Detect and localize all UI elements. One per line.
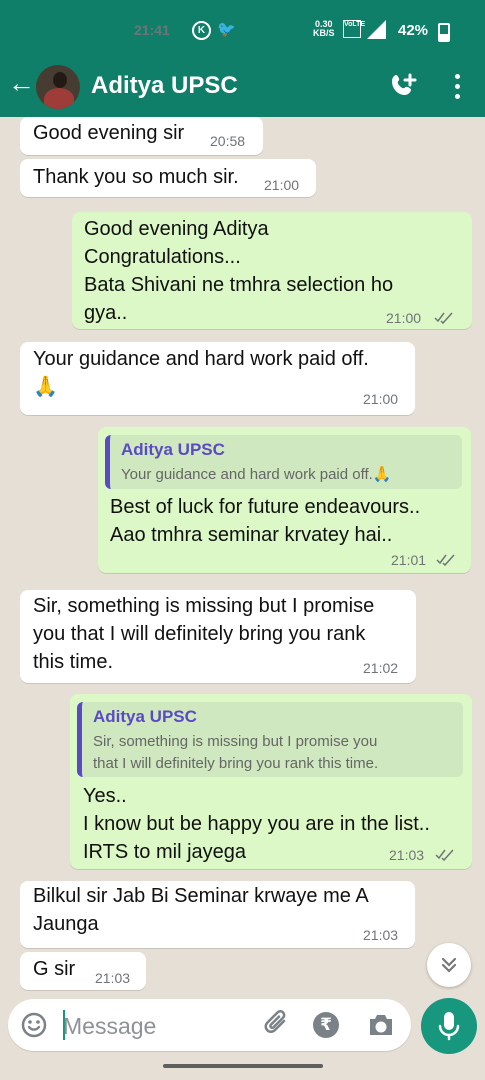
message-text: Good evening sir (33, 122, 185, 144)
message-time: 21:03 (363, 927, 399, 943)
message-time: 21:00 (363, 391, 399, 407)
message-list[interactable]: Good evening sir 20:58 Thank you so much… (0, 117, 485, 994)
emoji-icon[interactable] (21, 1012, 47, 1038)
message-text: Thank you so much sir. (33, 166, 239, 188)
battery-icon (438, 23, 450, 42)
quoted-text: Your guidance and hard work paid off.🙏 (121, 466, 392, 483)
message-text: G sir (33, 958, 76, 980)
message-text: Yes.. I know but be happy you are in the… (83, 785, 430, 863)
message-bubble[interactable]: Your guidance and hard work paid off. 🙏 … (20, 342, 415, 415)
microphone-icon (438, 1012, 460, 1041)
message-text: Sir, something is missing but I promise … (33, 595, 375, 673)
message-text: Good evening Aditya Congratulations... B… (84, 218, 394, 324)
camera-icon[interactable] (366, 1012, 396, 1038)
message-time: 21:03 (389, 847, 425, 863)
message-text: Bilkul sir Jab Bi Seminar krwaye me A Ja… (33, 885, 369, 935)
message-bubble[interactable]: Bilkul sir Jab Bi Seminar krwaye me A Ja… (20, 881, 415, 948)
contact-name[interactable]: Aditya UPSC (91, 72, 238, 100)
quoted-message[interactable]: Aditya UPSC Your guidance and hard work … (105, 435, 462, 489)
status-time: 21:41 (134, 22, 170, 38)
quoted-sender: Aditya UPSC (121, 440, 225, 459)
avatar[interactable] (36, 65, 80, 109)
message-text: Your guidance and hard work paid off. 🙏 (33, 348, 369, 398)
network-speed: 0.30 KB/S (313, 19, 335, 38)
twitter-icon: 🐦 (217, 21, 236, 38)
quoted-text: Sir, something is missing but I promise … (93, 733, 379, 772)
more-options-icon[interactable] (449, 72, 465, 102)
message-time: 21:03 (95, 970, 131, 986)
network-label: 5G (369, 19, 380, 28)
message-composer[interactable]: ₹ (8, 999, 411, 1051)
message-bubble[interactable]: Good evening Aditya Congratulations... B… (72, 212, 472, 329)
chat-header: 21:41 K 🐦 0.30 KB/S VoLTE 5G 42% ← Adity… (0, 0, 485, 117)
battery-percentage: 42% (398, 22, 429, 39)
gesture-navigation-bar[interactable] (163, 1064, 323, 1068)
k-app-icon: K (192, 21, 211, 40)
message-time: 21:00 (386, 310, 422, 326)
back-arrow-icon[interactable]: ← (8, 68, 38, 98)
status-bar: 21:41 K 🐦 0.30 KB/S VoLTE 5G 42% (0, 18, 485, 46)
quoted-message[interactable]: Aditya UPSC Sir, something is missing bu… (77, 702, 463, 777)
message-text: Best of luck for future endeavours.. Aao… (110, 496, 421, 546)
scroll-to-bottom-button[interactable] (427, 943, 471, 987)
rupee-payment-icon[interactable]: ₹ (313, 1012, 339, 1038)
message-bubble[interactable]: Sir, something is missing but I promise … (20, 590, 416, 683)
message-bubble[interactable]: Good evening sir 20:58 (20, 117, 263, 155)
quoted-sender: Aditya UPSC (93, 707, 197, 726)
quoted-message-bubble[interactable]: Aditya UPSC Sir, something is missing bu… (70, 694, 472, 869)
double-chevron-down-icon (441, 957, 457, 973)
message-time: 21:00 (264, 177, 300, 193)
message-input[interactable] (61, 1011, 255, 1041)
message-bubble[interactable]: G sir 21:03 (20, 952, 146, 990)
quoted-message-bubble[interactable]: Aditya UPSC Your guidance and hard work … (98, 427, 471, 573)
message-time: 21:02 (363, 660, 399, 676)
read-receipt-icon (434, 312, 453, 324)
attachment-icon[interactable] (261, 1009, 293, 1041)
voice-message-button[interactable] (421, 998, 477, 1054)
read-receipt-icon (436, 554, 455, 566)
message-time: 20:58 (210, 133, 246, 149)
read-receipt-icon (435, 849, 454, 861)
volte-icon: VoLTE (343, 20, 365, 38)
add-call-icon[interactable] (389, 72, 417, 100)
message-bubble[interactable]: Thank you so much sir. 21:00 (20, 159, 316, 197)
message-time: 21:01 (391, 552, 427, 568)
